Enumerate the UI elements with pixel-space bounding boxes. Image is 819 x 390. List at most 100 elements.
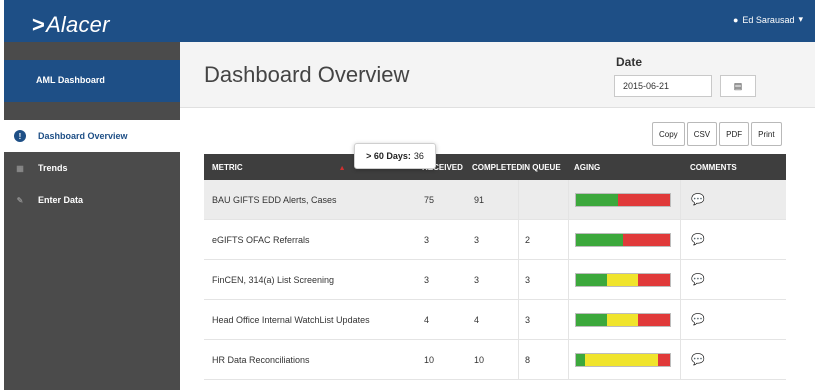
sidebar-header: AML Dashboard	[4, 60, 180, 102]
received-cell: 4	[424, 314, 430, 325]
comments-cell: 💬	[680, 260, 740, 299]
received-cell: 10	[424, 354, 435, 365]
aging-bar[interactable]	[575, 352, 671, 367]
sidebar-item-trends[interactable]: ▦ Trends	[4, 152, 180, 184]
table-row[interactable]: eGIFTS OFAC Referrals 3 3 2 💬	[204, 220, 786, 260]
comment-icon[interactable]: 💬	[691, 193, 705, 206]
aging-cell	[568, 340, 680, 379]
in-queue-cell: 8	[518, 340, 568, 379]
column-header-in-queue[interactable]: IN QUEUE	[518, 163, 568, 172]
metric-cell: Head Office Internal WatchList Updates	[212, 314, 370, 325]
aging-segment-green	[576, 353, 586, 366]
sidebar-item-dashboard-overview[interactable]: ! Dashboard Overview	[4, 120, 180, 152]
comments-cell: 💬	[680, 220, 740, 259]
received-cell: 75	[424, 194, 435, 205]
comment-icon[interactable]: 💬	[691, 353, 705, 366]
app-logo[interactable]: >Alacer	[32, 12, 110, 38]
comments-cell: 💬	[680, 300, 740, 339]
comment-icon[interactable]: 💬	[691, 313, 705, 326]
aging-segment-green	[576, 313, 608, 326]
column-header-comments[interactable]: COMMENTS	[680, 163, 740, 172]
aging-segment-red	[618, 193, 670, 206]
in-queue-cell: 2	[518, 220, 568, 259]
main-content: Dashboard Overview Date 2015-06-21 ▤ Cop…	[180, 42, 815, 390]
comments-cell: 💬	[680, 340, 740, 379]
metric-cell: eGIFTS OFAC Referrals	[212, 234, 310, 245]
aging-segment-yellow	[585, 353, 658, 366]
completed-cell: 3	[474, 234, 480, 245]
aging-bar[interactable]	[575, 272, 671, 287]
table-row[interactable]: HR Data Reconciliations 10 10 8 💬	[204, 340, 786, 380]
comments-cell: 💬	[680, 180, 740, 219]
csv-button[interactable]: CSV	[686, 122, 718, 146]
user-menu[interactable]: ● Ed Sarausad ▾	[733, 14, 803, 25]
completed-cell: 10	[474, 354, 485, 365]
date-input[interactable]: 2015-06-21	[614, 75, 712, 97]
completed-cell: 3	[474, 274, 480, 285]
sidebar-nav: ! Dashboard Overview ▦ Trends ✎ Enter Da…	[4, 120, 180, 216]
received-cell: 3	[424, 274, 430, 285]
completed-cell: 4	[474, 314, 480, 325]
aging-tooltip: > 60 Days: 36	[354, 143, 436, 169]
column-header-completed[interactable]: COMPLETED	[468, 163, 522, 172]
aging-segment-red	[657, 353, 670, 366]
page-title: Dashboard Overview	[204, 62, 410, 87]
content-header: Dashboard Overview Date 2015-06-21 ▤	[180, 42, 815, 108]
tooltip-label: > 60 Days:	[366, 151, 411, 161]
aging-cell	[568, 300, 680, 339]
export-buttons: Copy CSV PDF Print	[652, 122, 782, 146]
sidebar-item-label: Dashboard Overview	[38, 131, 128, 141]
aging-segment-red	[638, 313, 670, 326]
aging-segment-green	[576, 273, 608, 286]
calendar-button[interactable]: ▤	[720, 75, 756, 97]
aging-cell	[568, 260, 680, 299]
aging-cell	[568, 180, 680, 219]
aging-segment-red	[623, 233, 670, 246]
metric-cell: BAU GIFTS EDD Alerts, Cases	[212, 194, 337, 205]
metric-cell: HR Data Reconciliations	[212, 354, 310, 365]
edit-icon: ✎	[16, 195, 24, 205]
sidebar-item-label: Enter Data	[38, 195, 84, 205]
table-row[interactable]: Head Office Internal WatchList Updates 4…	[204, 300, 786, 340]
pdf-button[interactable]: PDF	[719, 122, 750, 146]
aging-segment-yellow	[607, 313, 639, 326]
aging-segment-yellow	[607, 273, 639, 286]
completed-cell: 91	[474, 194, 485, 205]
column-header-aging[interactable]: AGING	[568, 163, 680, 172]
date-label: Date	[616, 55, 643, 69]
aging-bar[interactable]	[575, 192, 671, 207]
top-bar: >Alacer ● Ed Sarausad ▾	[4, 0, 815, 42]
user-name: Ed Sarausad	[742, 14, 795, 25]
sidebar-header-label: AML Dashboard	[36, 75, 105, 85]
comment-icon[interactable]: 💬	[691, 233, 705, 246]
aging-bar[interactable]	[575, 232, 671, 247]
in-queue-cell: 3	[518, 300, 568, 339]
app-frame: >Alacer ● Ed Sarausad ▾ AML Dashboard ! …	[4, 0, 815, 390]
info-icon: !	[14, 130, 26, 142]
in-queue-cell	[518, 180, 568, 219]
table-row[interactable]: FinCEN, 314(a) List Screening 3 3 3 💬	[204, 260, 786, 300]
aging-segment-green	[576, 233, 623, 246]
aging-bar[interactable]	[575, 312, 671, 327]
sidebar-item-label: Trends	[38, 163, 68, 173]
header-label: METRIC	[212, 162, 243, 172]
user-icon: ●	[732, 14, 739, 25]
received-cell: 3	[424, 234, 430, 245]
table-header: METRIC ▲ RECEIVED COMPLETED IN QUEUE AGIN…	[204, 154, 786, 180]
aging-segment-red	[638, 273, 670, 286]
chevron-down-icon: ▾	[798, 14, 803, 24]
logo-mark: >	[32, 12, 46, 37]
tooltip-value: 36	[413, 151, 424, 161]
logo-text: Alacer	[46, 12, 110, 37]
metrics-table: METRIC ▲ RECEIVED COMPLETED IN QUEUE AGIN…	[204, 154, 786, 380]
comment-icon[interactable]: 💬	[691, 273, 705, 286]
sort-caret-icon: ▲	[338, 164, 346, 172]
copy-button[interactable]: Copy	[652, 122, 685, 146]
table-row[interactable]: BAU GIFTS EDD Alerts, Cases 75 91 💬	[204, 180, 786, 220]
metric-cell: FinCEN, 314(a) List Screening	[212, 274, 335, 285]
calendar-icon: ▤	[733, 80, 743, 91]
aging-cell	[568, 220, 680, 259]
sidebar-item-enter-data[interactable]: ✎ Enter Data	[4, 184, 180, 216]
print-button[interactable]: Print	[751, 122, 782, 146]
in-queue-cell: 3	[518, 260, 568, 299]
